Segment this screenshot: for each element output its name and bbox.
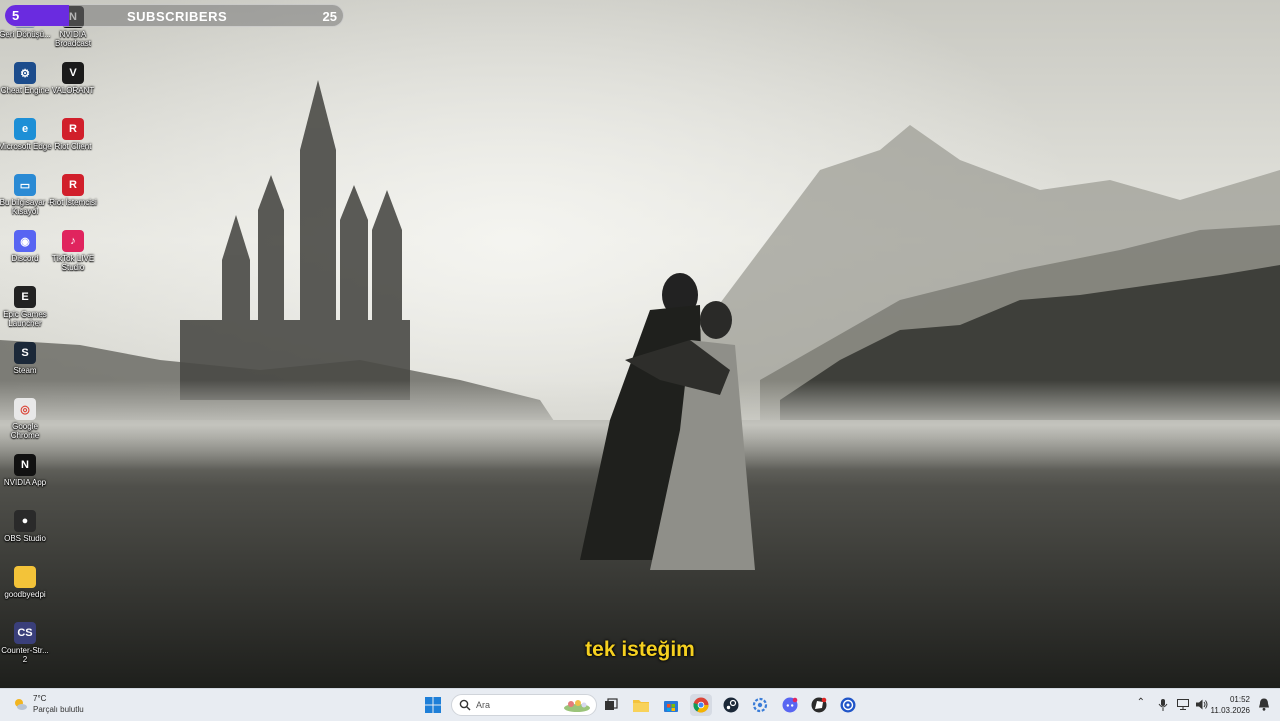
desktop-shortcut[interactable]: ● OBS Studio (0, 510, 52, 543)
search-placeholder: Ara (476, 700, 491, 710)
chrome-icon: ◎ (14, 398, 36, 420)
discord-icon[interactable] (779, 694, 801, 716)
chrome-icon[interactable] (690, 694, 712, 716)
desktop-shortcut-label: Riot Client (54, 142, 92, 151)
subscribers-title: SUBSCRIBERS (127, 9, 228, 24)
desktop-shortcut-label: Google Chrome (10, 422, 40, 440)
obs-icon: ● (14, 510, 36, 532)
show-hidden-icons-chevron-icon[interactable]: ⌃ (1137, 697, 1145, 708)
desktop-shortcut[interactable]: e Microsoft Edge (0, 118, 52, 151)
file-explorer-icon[interactable] (630, 694, 652, 716)
desktop-shortcut-label: Bu bilgisayar - Kısayol (0, 198, 51, 216)
discord-icon: ◉ (14, 230, 36, 252)
weather-condition: Parçalı bulutlu (33, 705, 84, 714)
browser-icon[interactable] (837, 694, 859, 716)
riot-client-icon: R (62, 118, 84, 140)
steam-icon: S (14, 342, 36, 364)
microphone-icon[interactable] (1158, 699, 1168, 711)
taskbar: 7°C Parçalı bulutlu Ara ⌃ 01:52 11.03.20… (0, 688, 1280, 721)
weather-temperature: 7°C (33, 694, 47, 703)
cheat-engine-icon: ⚙ (14, 62, 36, 84)
desktop-shortcut[interactable]: ⚙ Cheat Engine (0, 62, 52, 95)
windows-start-icon[interactable] (422, 694, 444, 716)
network-icon[interactable] (1177, 699, 1189, 710)
search-icon (459, 699, 471, 711)
desktop-shortcut-label: Geri Dönüşü... (0, 30, 51, 39)
desktop-shortcut[interactable]: R Riot Client (46, 118, 100, 151)
desktop-shortcut[interactable]: ♪ TikTok LIVE Studio (46, 230, 100, 272)
clock-date: 11.03.2026 (1210, 706, 1250, 715)
search-highlight-illustration-icon (564, 700, 590, 712)
volume-icon[interactable] (1196, 699, 1208, 710)
subscribers-current-count: 5 (12, 8, 20, 23)
epic-games-icon: E (14, 286, 36, 308)
video-subtitle: tek isteğim (585, 638, 695, 661)
desktop-shortcut-label: TikTok LIVE Studio (51, 254, 95, 272)
desktop-shortcut[interactable]: V VALORANT (46, 62, 100, 95)
desktop-shortcut-label: Riot İstemcisi (49, 198, 97, 207)
desktop-shortcut-label: Steam (13, 366, 37, 375)
nvidia-app-icon: N (14, 454, 36, 476)
microsoft-store-icon[interactable] (660, 694, 682, 716)
desktop-shortcut[interactable]: S Steam (0, 342, 52, 375)
tiktok-live-icon: ♪ (62, 230, 84, 252)
desktop-shortcut-label: OBS Studio (4, 534, 46, 543)
notification-bell-icon[interactable] (1258, 698, 1270, 711)
desktop-wallpaper (0, 0, 1280, 688)
partly-cloudy-icon (15, 699, 27, 710)
desktop-shortcut-label: goodbyedpi (4, 590, 46, 599)
desktop-shortcut-label: Discord (11, 254, 39, 263)
desktop-shortcut[interactable]: ◉ Discord (0, 230, 52, 263)
valorant-icon: V (62, 62, 84, 84)
desktop-shortcut[interactable]: E Epic Games Launcher (0, 286, 52, 328)
steam-icon[interactable] (720, 694, 742, 716)
riot-client-icon[interactable] (808, 694, 830, 716)
subscribers-goal-count: 25 (322, 9, 337, 24)
desktop-shortcut[interactable]: ▭ Bu bilgisayar - Kısayol (0, 174, 52, 216)
desktop-shortcut[interactable]: goodbyedpi (0, 566, 52, 599)
this-pc-icon: ▭ (14, 174, 36, 196)
desktop-shortcut[interactable]: R Riot İstemcisi (46, 174, 100, 207)
task-view-icon[interactable] (600, 694, 622, 716)
desktop-shortcut-label: Microsoft Edge (0, 142, 52, 151)
desktop-shortcut-label: NVIDIA App (3, 478, 47, 487)
desktop-shortcut-label: Epic Games Launcher (3, 310, 47, 328)
desktop-shortcut-label: VALORANT (51, 86, 95, 95)
desktop-shortcut[interactable]: ◎ Google Chrome (0, 398, 52, 440)
edge-icon: e (14, 118, 36, 140)
taskbar-search-box[interactable]: Ara (451, 694, 597, 716)
subscribers-widget: 5 SUBSCRIBERS 25 (4, 4, 344, 27)
riot-client-icon: R (62, 174, 84, 196)
settings-icon[interactable] (749, 694, 771, 716)
desktop-shortcut-label: NVIDIA Broadcast (54, 30, 92, 48)
system-clock[interactable]: 01:52 11.03.2026 (1211, 694, 1250, 716)
desktop-shortcut[interactable]: N NVIDIA App (0, 454, 52, 487)
clock-time: 01:52 (1229, 695, 1250, 704)
desktop-shortcut-label: Cheat Engine (0, 86, 50, 95)
folder-icon (14, 566, 36, 588)
